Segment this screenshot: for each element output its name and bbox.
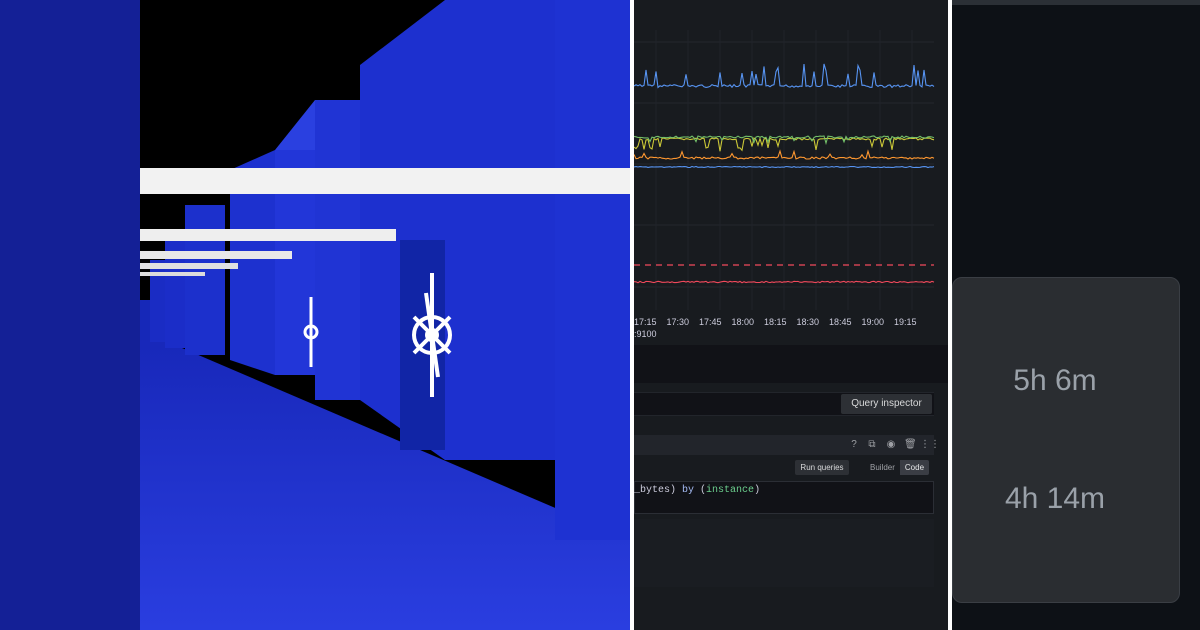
graph-canvas: 17:15 17:30 17:45 18:00 18:15 18:30 18:45 19:00… [634, 30, 935, 327]
duration-card: 5h 6m 4h 14m [952, 277, 1180, 603]
editor-mode-toggle: Builder Code [865, 460, 930, 475]
code-prefix: _bytes) [634, 485, 683, 496]
series-line-blue-flat [634, 165, 935, 169]
corridor-render-image [0, 0, 630, 630]
duration-item[interactable]: 4h 14m [953, 482, 1157, 516]
code-open-paren: ( [694, 485, 707, 496]
corridor-block [555, 0, 630, 540]
drag-handle-icon[interactable]: ⋮⋮ [920, 440, 940, 450]
legend-fragment: :9100 [634, 329, 657, 339]
light-bar [140, 263, 238, 269]
metrics-dashboard-crop: 17:15 17:30 17:45 18:00 18:15 18:30 18:45 19:00… [634, 0, 948, 630]
x-axis-tick-label: 17:45 [699, 317, 722, 327]
duplicate-icon[interactable]: ⧉ [867, 440, 877, 450]
x-axis-tick-label: 18:00 [732, 317, 755, 327]
run-queries-button[interactable]: Run queries [795, 460, 849, 475]
light-bar [140, 229, 396, 241]
x-axis-tick-label: 19:00 [862, 317, 885, 327]
query-code-line: _bytes) by (instance) [634, 485, 760, 496]
trash-icon[interactable]: 🗑 [904, 440, 917, 450]
query-result-area [634, 519, 934, 587]
corridor-block [315, 100, 360, 400]
x-axis-tick-label: 19:15 [894, 317, 917, 327]
duration-list-crop: 5h 6m 4h 14m [952, 0, 1200, 630]
code-label: instance [706, 485, 755, 496]
x-axis-tick-label: 18:45 [829, 317, 852, 327]
duration-item[interactable]: 5h 6m [953, 364, 1157, 398]
top-edge [952, 0, 1200, 5]
light-bar [140, 251, 292, 259]
light-bar [140, 168, 630, 194]
x-axis-tick-label: 18:30 [797, 317, 820, 327]
x-axis-tick-label: 17:30 [667, 317, 690, 327]
eye-icon[interactable]: ◉ [886, 440, 896, 450]
x-axis-tick-label: 18:15 [764, 317, 787, 327]
light-bar [140, 272, 205, 276]
code-keyword: by [682, 485, 695, 496]
code-close-paren: ) [754, 485, 761, 496]
mode-code-option[interactable]: Code [899, 460, 930, 475]
time-series-graph: 17:15 17:30 17:45 18:00 18:15 18:30 18:45 19:00… [634, 0, 948, 345]
corridor-block [185, 205, 225, 355]
query-inspector-button[interactable]: Query inspector [841, 394, 932, 414]
corridor-illustration [0, 0, 630, 630]
help-icon[interactable]: ? [849, 440, 859, 450]
mode-builder-option[interactable]: Builder [865, 460, 900, 475]
x-axis-tick-label: 17:15 [634, 317, 657, 327]
corridor-left-wall [0, 0, 140, 630]
panel-divider [634, 345, 948, 383]
